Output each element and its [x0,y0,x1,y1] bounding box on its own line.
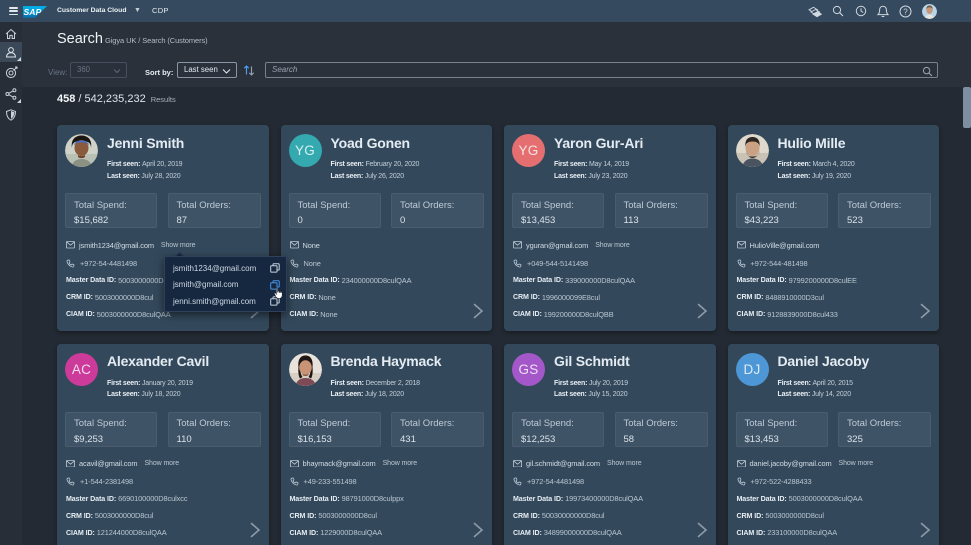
svg-text:SAP: SAP [24,7,42,17]
svg-text:?: ? [903,7,908,16]
